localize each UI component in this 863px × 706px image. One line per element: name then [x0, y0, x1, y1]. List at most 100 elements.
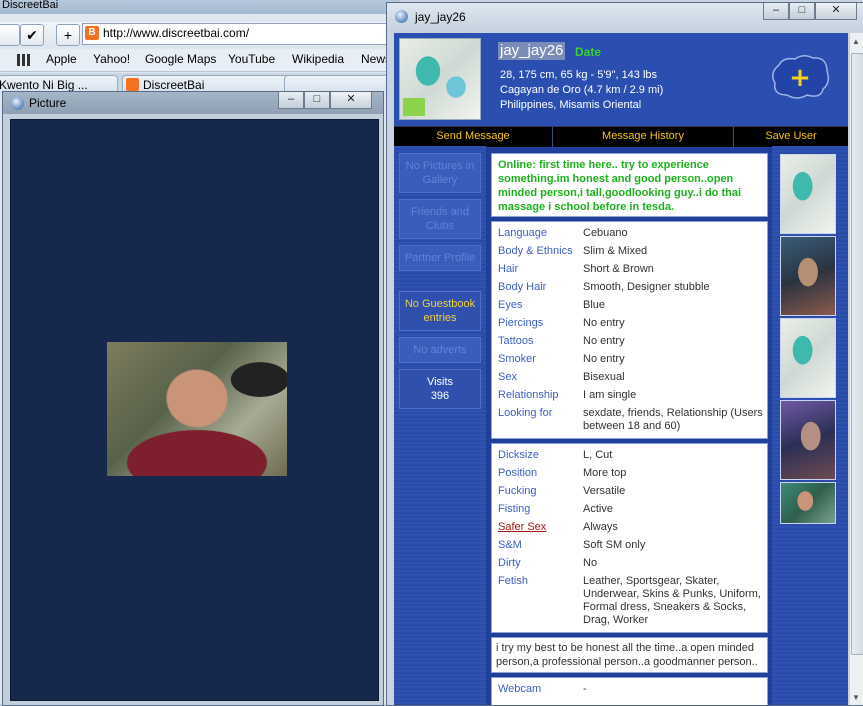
detail-value: Cebuano [583, 227, 628, 239]
visits-counter: Visits 396 [399, 369, 481, 409]
guestbook-link[interactable]: No Guestbook entries [399, 291, 481, 331]
close-button[interactable]: ✕ [815, 3, 857, 20]
preference-row: S&M Soft SM only [498, 539, 763, 555]
tab-favicon-icon [126, 78, 139, 91]
photo-thumbnail[interactable] [780, 236, 836, 316]
status-panel: Online: first time here.. try to experie… [491, 153, 768, 217]
adverts-link[interactable]: No adverts [399, 337, 481, 363]
detail-value: No entry [583, 335, 625, 347]
send-message-button[interactable]: Send Message [394, 130, 552, 142]
webcam-panel: Webcam - [491, 677, 768, 705]
preference-row: Dirty No [498, 557, 763, 573]
site-favicon-icon: B [85, 26, 99, 40]
profile-body: jay_jay26 Date 28, 175 cm, 65 kg - 5'9",… [394, 33, 848, 705]
gallery-link[interactable]: No Pictures in Gallery [399, 153, 481, 193]
preference-label[interactable]: Fetish [498, 575, 528, 587]
minimize-button[interactable]: – [278, 92, 304, 109]
preference-row: Safer Sex Always [498, 521, 763, 537]
plus-icon: + [789, 63, 811, 93]
preference-label[interactable]: S&M [498, 539, 522, 551]
profile-stats: 28, 175 cm, 65 kg - 5'9", 143 lbs [500, 69, 658, 81]
preference-row: Position More top [498, 467, 763, 483]
tab-label: Kwento Ni Big ... [0, 78, 88, 92]
preference-label[interactable]: Dirty [498, 557, 521, 569]
bookmark-yahoo[interactable]: Yahoo! [93, 52, 130, 66]
browser-tabstrip: Kwento Ni Big ... DiscreetBai [0, 73, 400, 94]
profile-username: jay_jay26 [498, 42, 566, 60]
apps-grid-icon[interactable] [17, 54, 31, 66]
save-user-button[interactable]: Save User [734, 130, 848, 142]
detail-label[interactable]: Piercings [498, 317, 543, 329]
new-tab-plus-icon[interactable]: + [56, 24, 80, 46]
online-status-text: Online: first time here.. try to experie… [498, 159, 742, 213]
close-button[interactable]: ✕ [330, 92, 372, 109]
detail-value: Slim & Mixed [583, 245, 648, 257]
profile-titlebar[interactable]: jay_jay26 – □ ✕ [387, 3, 863, 31]
detail-label[interactable]: Body & Ethnics [498, 245, 573, 257]
profile-sidebar: No Pictures in Gallery Friends and Clubs… [394, 146, 486, 705]
safer-sex-link[interactable]: Safer Sex [498, 521, 546, 533]
detail-label[interactable]: Language [498, 227, 547, 239]
photo-thumbnail[interactable] [780, 482, 836, 524]
webcam-label[interactable]: Webcam [498, 683, 541, 695]
scroll-up-icon[interactable]: ▲ [852, 37, 860, 46]
add-friend-button[interactable]: + [769, 53, 831, 101]
maximize-button[interactable]: □ [789, 3, 815, 20]
about-text: i try my best to be honest all the time.… [496, 642, 758, 668]
maximize-button[interactable]: □ [304, 92, 330, 109]
partner-profile-link[interactable]: Partner Profile [399, 245, 481, 271]
bookmark-check-icon[interactable]: ✔ [20, 24, 44, 46]
bookmark-google-maps[interactable]: Google Maps [145, 52, 216, 66]
picture-titlebar[interactable]: Picture – □ ✕ [3, 92, 383, 114]
preference-value: L, Cut [583, 449, 613, 461]
profile-avatar[interactable] [399, 38, 481, 120]
message-history-button[interactable]: Message History [553, 130, 733, 142]
action-bar: Send Message Message History Save User [394, 126, 848, 147]
webcam-row: Webcam - [498, 683, 763, 699]
preference-label[interactable]: Fucking [498, 485, 537, 497]
back-button[interactable] [0, 24, 20, 46]
preference-label[interactable]: Position [498, 467, 537, 479]
preference-value: Always [583, 521, 618, 533]
photo-thumbnail[interactable] [780, 154, 836, 234]
preferences-panel: Dicksize L, Cut Position More top Fuckin… [491, 443, 768, 633]
scroll-thumb[interactable] [851, 53, 863, 655]
detail-label[interactable]: Smoker [498, 353, 536, 365]
profile-city: Cagayan de Oro (4.7 km / 2.9 mi) [500, 84, 664, 96]
photo-strip [772, 146, 848, 705]
detail-label[interactable]: Hair [498, 263, 518, 275]
detail-value: sexdate, friends, Relationship (Users be… [583, 407, 763, 432]
photo-thumbnail[interactable] [780, 318, 836, 398]
preference-row: Dicksize L, Cut [498, 449, 763, 465]
browser-titlebar: DiscreetBai [0, 0, 400, 14]
scroll-down-icon[interactable]: ▼ [852, 693, 860, 702]
preference-row: Fucking Versatile [498, 485, 763, 501]
detail-label[interactable]: Relationship [498, 389, 559, 401]
detail-row: Piercings No entry [498, 317, 763, 333]
photo-thumbnail[interactable] [780, 400, 836, 480]
friends-clubs-link[interactable]: Friends and Clubs [399, 199, 481, 239]
picture-title: Picture [29, 96, 67, 110]
minimize-button[interactable]: – [763, 3, 789, 20]
browser-title: DiscreetBai [2, 0, 59, 11]
bookmark-wikipedia[interactable]: Wikipedia [292, 52, 344, 66]
bookmark-youtube[interactable]: YouTube [228, 52, 275, 66]
detail-label[interactable]: Eyes [498, 299, 522, 311]
profile-header: jay_jay26 Date 28, 175 cm, 65 kg - 5'9",… [394, 33, 848, 126]
detail-value: No entry [583, 317, 625, 329]
detail-label[interactable]: Tattoos [498, 335, 533, 347]
detail-label[interactable]: Sex [498, 371, 517, 383]
profile-region: Philippines, Misamis Oriental [500, 99, 642, 111]
detail-label[interactable]: Looking for [498, 407, 552, 419]
profile-scrollbar[interactable]: ▲ ▼ [849, 33, 863, 705]
detail-label[interactable]: Body Hair [498, 281, 546, 293]
detail-row: Eyes Blue [498, 299, 763, 315]
preference-label[interactable]: Fisting [498, 503, 530, 515]
visits-count: 396 [430, 390, 450, 402]
webcam-value: - [583, 683, 587, 695]
bookmark-apple[interactable]: Apple [46, 52, 77, 66]
address-bar[interactable]: B http://www.discreetbai.com/ [82, 23, 402, 45]
profile-window-title: jay_jay26 [415, 10, 466, 24]
preference-label[interactable]: Dicksize [498, 449, 539, 461]
preference-row: Fetish Leather, Sportsgear, Skater, Unde… [498, 575, 763, 631]
